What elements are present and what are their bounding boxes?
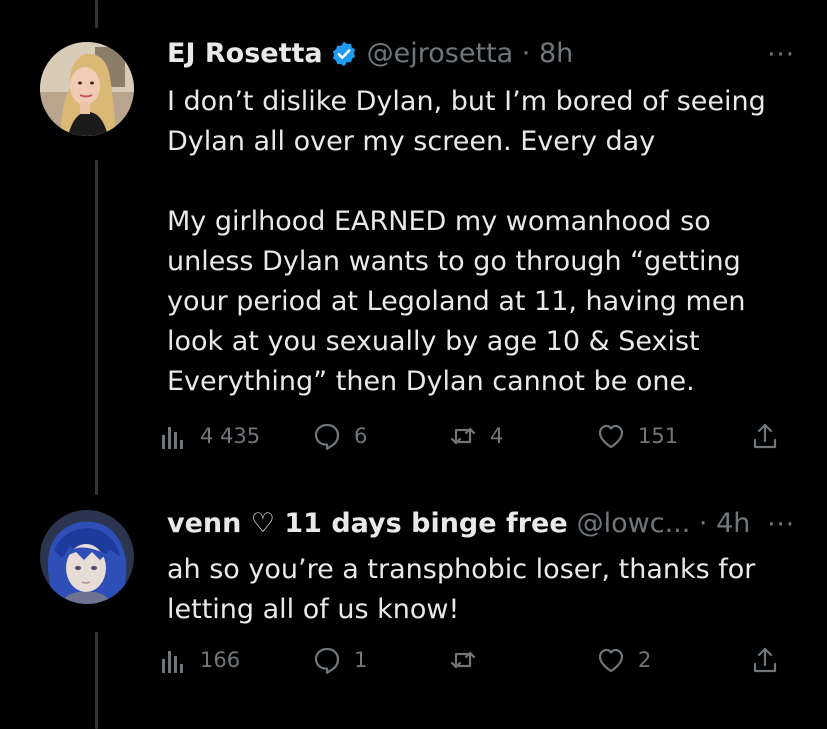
reply-button[interactable]: 1 <box>312 645 367 675</box>
retweet-count: 4 <box>490 424 504 448</box>
speech-bubble-icon <box>312 421 342 451</box>
reply-button[interactable]: 6 <box>312 421 367 451</box>
tweet-header: venn ♡ 11 days binge free @lowc... · 4h <box>167 508 750 540</box>
retweet-button[interactable] <box>448 645 490 675</box>
reply-tweet[interactable]: venn ♡ 11 days binge free @lowc... · 4h … <box>0 490 827 729</box>
views-count: 4 435 <box>200 424 261 448</box>
share-button[interactable] <box>750 645 780 675</box>
retweet-arrows-icon <box>448 421 478 451</box>
retweet-button[interactable]: 4 <box>448 421 503 451</box>
tweet-actions: 166 1 2 <box>158 645 798 685</box>
views-button[interactable]: 166 <box>158 645 240 675</box>
share-upload-icon <box>750 421 780 451</box>
views-button[interactable]: 4 435 <box>158 421 260 451</box>
tweet-actions: 4 435 6 4 151 <box>158 421 798 461</box>
display-name[interactable]: venn ♡ 11 days binge free <box>167 508 568 540</box>
tweet-header: EJ Rosetta @ejrosetta · 8h <box>167 38 573 70</box>
reply-count: 1 <box>354 648 368 672</box>
views-count: 166 <box>200 648 241 672</box>
avatar[interactable] <box>40 42 134 136</box>
verified-badge-icon <box>330 40 358 68</box>
bar-chart-icon <box>158 645 188 675</box>
reply-count: 6 <box>354 424 368 448</box>
share-button[interactable] <box>750 421 780 451</box>
share-upload-icon <box>750 645 780 675</box>
like-button[interactable]: 151 <box>596 421 678 451</box>
bar-chart-icon <box>158 421 188 451</box>
like-button[interactable]: 2 <box>596 645 651 675</box>
display-name[interactable]: EJ Rosetta <box>167 38 323 70</box>
tweet-text: I don’t dislike Dylan, but I’m bored of … <box>167 86 766 397</box>
heart-icon <box>596 421 626 451</box>
handle-timestamp[interactable]: @lowc... · 4h <box>577 508 751 540</box>
ellipsis-icon[interactable]: ··· <box>767 510 795 540</box>
like-count: 151 <box>638 424 679 448</box>
ellipsis-icon[interactable]: ··· <box>767 40 795 70</box>
tweet-text: ah so you’re a transphobic loser, thanks… <box>167 554 756 625</box>
avatar[interactable] <box>40 510 134 604</box>
like-count: 2 <box>638 648 652 672</box>
retweet-arrows-icon <box>448 645 478 675</box>
tweet[interactable]: EJ Rosetta @ejrosetta · 8h ··· I don’t d… <box>0 0 827 490</box>
speech-bubble-icon <box>312 645 342 675</box>
heart-icon <box>596 645 626 675</box>
handle-timestamp[interactable]: @ejrosetta · 8h <box>367 38 574 70</box>
